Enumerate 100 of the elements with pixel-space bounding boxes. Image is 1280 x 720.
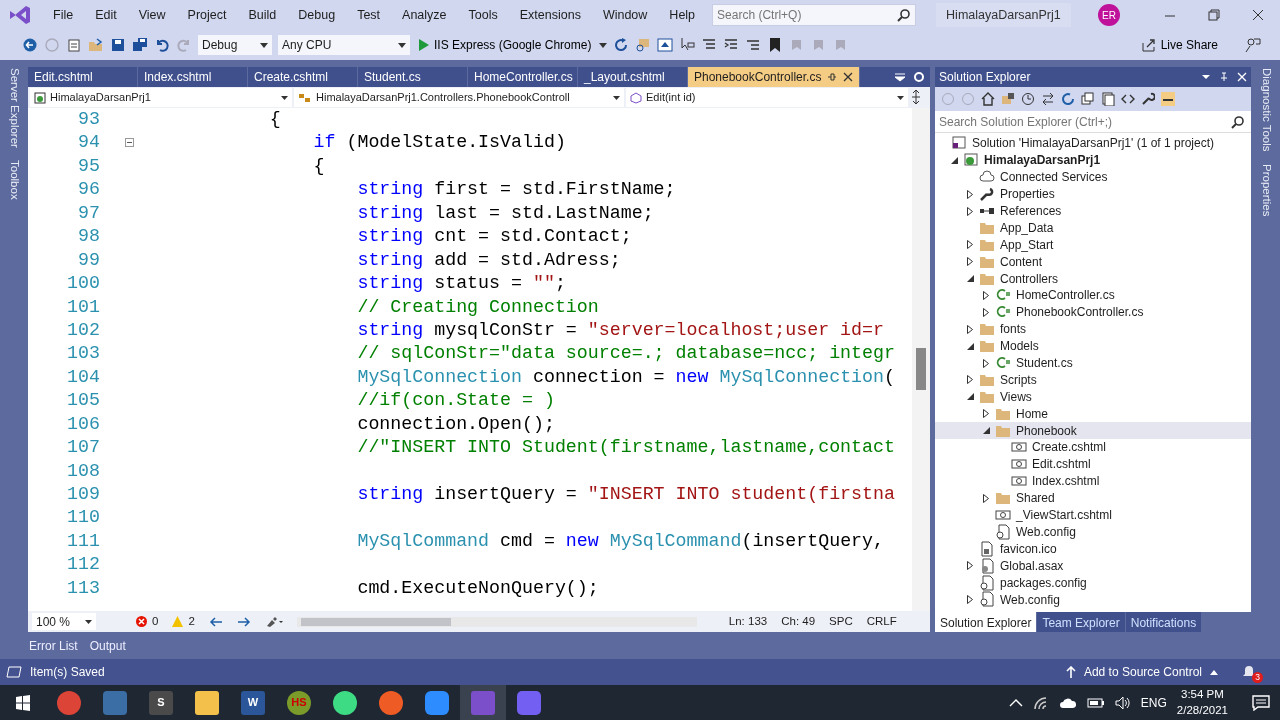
collapsed-arrow-icon[interactable] xyxy=(983,409,989,419)
collapsed-arrow-icon[interactable] xyxy=(967,189,973,199)
search-field[interactable]: Search Solution Explorer (Ctrl+;) xyxy=(935,111,1251,133)
live-share-button[interactable]: Live Share xyxy=(1134,35,1224,55)
code-icon[interactable] xyxy=(1121,92,1135,106)
platform-dropdown[interactable]: Any CPU xyxy=(278,35,410,55)
switch-views-icon[interactable] xyxy=(1001,92,1015,106)
brush-icon[interactable] xyxy=(264,615,283,628)
expanded-arrow-icon[interactable] xyxy=(982,427,990,435)
open-folder-icon[interactable] xyxy=(88,37,104,53)
clock-date[interactable]: 2/28/2021 xyxy=(1176,702,1228,718)
search-field[interactable]: Search (Ctrl+Q) xyxy=(712,4,917,26)
menu-item[interactable]: Project xyxy=(176,5,238,25)
cloud-icon[interactable] xyxy=(1058,696,1077,709)
wrench-icon[interactable] xyxy=(1141,92,1155,106)
taskbar-app[interactable]: W xyxy=(230,685,276,720)
collapse-icon[interactable] xyxy=(125,138,134,148)
collapsed-arrow-icon[interactable] xyxy=(983,358,989,368)
select-pointer-icon[interactable] xyxy=(679,37,696,53)
tree-item[interactable]: _ViewStart.cshtml xyxy=(935,506,1251,524)
close-icon[interactable] xyxy=(843,72,854,82)
side-tab[interactable]: Toolbox xyxy=(5,157,23,202)
tree-item[interactable]: Solution 'HimalayaDarsanPrj1' (1 of 1 project) xyxy=(935,135,1251,152)
collapsed-arrow-icon[interactable] xyxy=(967,324,973,334)
expanded-arrow-icon[interactable] xyxy=(966,275,974,283)
panel-tab[interactable]: Error List xyxy=(29,636,78,655)
tree-item[interactable]: Global.asax xyxy=(935,557,1251,575)
menu-item[interactable]: Help xyxy=(658,5,707,25)
tree-item[interactable]: HimalayaDarsanPrj1 xyxy=(935,151,1251,169)
taskbar-app[interactable]: S xyxy=(138,685,184,720)
battery-icon[interactable] xyxy=(1086,697,1105,708)
history-icon[interactable] xyxy=(1021,92,1035,106)
vertical-scrollbar[interactable] xyxy=(912,108,930,611)
pin-icon[interactable] xyxy=(827,72,838,82)
collapsed-arrow-icon[interactable] xyxy=(983,290,989,300)
warning-count[interactable]: 2 xyxy=(188,612,195,631)
tree-item[interactable]: Models xyxy=(935,337,1251,355)
tree-item[interactable]: Web.config xyxy=(935,591,1251,608)
undo-icon[interactable] xyxy=(154,37,170,53)
tree-item[interactable]: HomeController.cs xyxy=(935,287,1251,304)
menu-item[interactable]: Debug xyxy=(287,5,347,25)
tree-item[interactable]: Student.cs xyxy=(935,354,1251,372)
panel-tab[interactable]: Team Explorer xyxy=(1037,612,1126,632)
menu-item[interactable]: Analyze xyxy=(391,5,458,25)
collapsed-arrow-icon[interactable] xyxy=(967,375,973,385)
tree-item[interactable]: Phonebook xyxy=(935,422,1251,440)
menu-item[interactable]: File xyxy=(42,5,85,25)
project-dropdown[interactable]: HimalayaDarsanPrj1 xyxy=(30,88,292,107)
restore-button[interactable] xyxy=(1207,8,1221,22)
home-icon[interactable] xyxy=(981,92,995,106)
tree-item[interactable]: App_Data xyxy=(935,219,1251,237)
menu-item[interactable]: Build xyxy=(237,5,288,25)
collapsed-arrow-icon[interactable] xyxy=(983,307,989,317)
expanded-arrow-icon[interactable] xyxy=(950,156,958,164)
run-button[interactable]: IIS Express (Google Chrome) xyxy=(416,36,594,54)
tree-item[interactable]: Index.cshtml xyxy=(935,472,1251,490)
tree-item[interactable]: Edit.cshtml xyxy=(935,455,1251,473)
indent-mode[interactable]: SPC xyxy=(829,612,853,631)
member-dropdown[interactable]: Edit(int id) xyxy=(626,88,908,107)
collapsed-arrow-icon[interactable] xyxy=(967,240,973,250)
collapsed-arrow-icon[interactable] xyxy=(983,493,989,503)
tree-item[interactable]: Connected Services xyxy=(935,168,1251,186)
menu-item[interactable]: View xyxy=(127,5,177,25)
folder-search-icon[interactable] xyxy=(635,37,652,53)
dropdown-icon[interactable] xyxy=(1201,72,1211,82)
menu-item[interactable]: Test xyxy=(346,5,392,25)
tree-item[interactable]: Home xyxy=(935,405,1251,423)
save-all-icon[interactable] xyxy=(132,37,148,53)
menu-item[interactable]: Tools xyxy=(457,5,509,25)
feedback-icon[interactable] xyxy=(1244,36,1262,54)
source-control-button[interactable]: Add to Source Control xyxy=(1083,663,1202,681)
menu-item[interactable]: Extensions xyxy=(508,5,592,25)
tree-item[interactable]: Web.config xyxy=(935,523,1251,541)
wifi-icon[interactable] xyxy=(1032,695,1049,710)
class-dropdown[interactable]: HimalayaDarsanPrj1.Controllers.PhonebookControll xyxy=(294,88,624,107)
tree-item[interactable]: References xyxy=(935,202,1251,220)
volume-icon[interactable] xyxy=(1114,695,1131,710)
collapsed-arrow-icon[interactable] xyxy=(967,257,973,267)
tree-item[interactable]: fonts xyxy=(935,320,1251,338)
horizontal-scrollbar[interactable] xyxy=(296,616,697,627)
tree-item[interactable]: Content xyxy=(935,253,1251,271)
menu-item[interactable]: Edit xyxy=(84,5,128,25)
bell-icon[interactable] xyxy=(1242,665,1256,679)
input-language[interactable]: ENG xyxy=(1140,693,1167,712)
action-center-icon[interactable] xyxy=(1252,694,1270,711)
line-ending[interactable]: CRLF xyxy=(866,612,897,631)
configuration-dropdown[interactable]: Debug xyxy=(198,35,272,55)
save-icon[interactable] xyxy=(110,37,126,53)
show-all-icon[interactable] xyxy=(1101,92,1115,106)
tree-item[interactable]: Scripts xyxy=(935,371,1251,389)
panel-tab[interactable]: Solution Explorer xyxy=(935,612,1038,632)
sync-icon[interactable] xyxy=(1041,92,1055,106)
side-tab[interactable]: Diagnostic Tools xyxy=(1257,66,1275,154)
collapsed-arrow-icon[interactable] xyxy=(967,206,973,216)
back-icon[interactable] xyxy=(22,37,38,53)
side-tab[interactable]: Server Explorer xyxy=(5,66,23,150)
caret-icon[interactable] xyxy=(599,42,608,48)
tree-item[interactable]: packages.config xyxy=(935,574,1251,592)
close-button[interactable] xyxy=(1251,8,1265,22)
zoom-dropdown[interactable]: 100 % xyxy=(32,613,96,630)
